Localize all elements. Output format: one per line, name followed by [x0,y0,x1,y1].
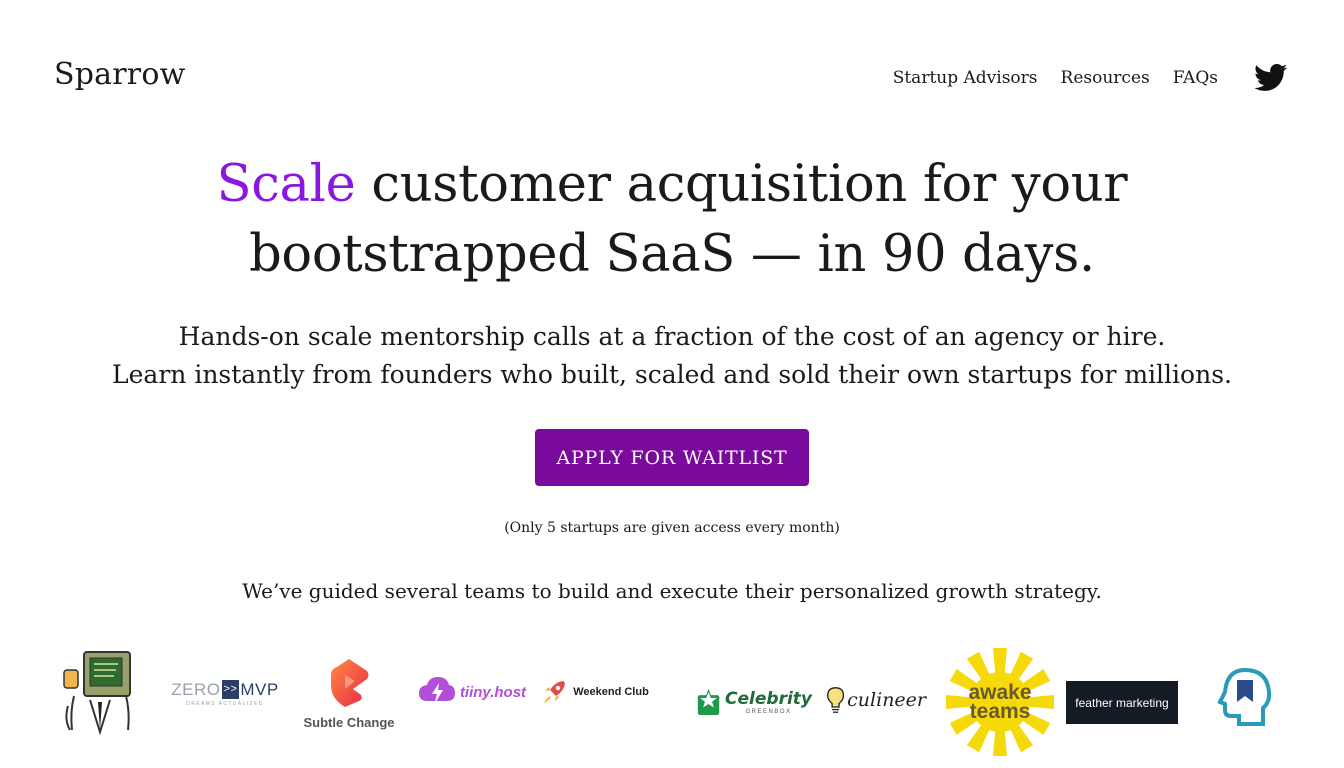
subtle-change-text: Subtle Change [303,714,395,730]
top-nav: Startup Advisors Resources FAQs [893,64,1288,92]
hero: Scale customer acquisition for your boot… [0,150,1344,394]
social-proof-text: We’ve guided several teams to build and … [242,579,1102,603]
headline-line1: customer acquisition for your [355,155,1128,214]
lightbulb-icon [827,687,845,713]
hero-headline: Scale customer acquisition for your boot… [0,150,1344,290]
client-logo-feather-marketing: feather marketing [1066,681,1178,724]
culineer-text: culineer [847,689,926,711]
celebrity-subtext: GREENBOX [745,709,792,715]
subtle-change-mark [331,658,369,707]
subheading-line2: Learn instantly from founders who built,… [112,360,1232,389]
client-logo-celebrity-greenbox: Celebrity GREENBOX [694,680,812,724]
twitter-icon[interactable] [1254,64,1288,92]
headline-accent: Scale [216,155,356,214]
teams-text: teams [969,700,1031,723]
client-logo-tiiny-host: tiiny.host [414,674,530,710]
head-bookmark-icon [1217,667,1272,726]
headline-line2: bootstrapped SaaS — in 90 days. [249,225,1095,284]
feather-text: feather marketing [1075,695,1169,710]
cloud-bolt-icon [418,677,455,705]
star-box-icon [696,688,721,715]
client-logo-awake-teams: awake teams [944,646,1056,758]
client-logo-monitor-character [60,650,140,736]
celebrity-text: Celebrity [725,689,812,709]
weekend-text: Weekend Club [573,686,649,698]
nav-faqs[interactable]: FAQs [1173,68,1218,88]
apply-waitlist-button[interactable]: APPLY FOR WAITLIST [535,429,809,486]
site-logo[interactable]: Sparrow [54,57,185,92]
hero-subheading: Hands-on scale mentorship calls at a fra… [0,318,1344,394]
rocket-icon [544,681,566,703]
subheading-line1: Hands-on scale mentorship calls at a fra… [178,322,1166,351]
client-logo-zero-mvp: ZERO >> MVP DREAMS ACTUALIZED [171,678,279,708]
nav-resources[interactable]: Resources [1061,68,1150,88]
client-logo-subtle-change: Subtle Change [300,652,398,734]
zero-text: ZERO [171,679,221,699]
access-note: (Only 5 startups are given access every … [504,520,840,536]
zero-tagline: DREAMS ACTUALIZED [186,700,264,707]
tiiny-text: tiiny.host [459,683,527,701]
client-logo-weekend-club: Weekend Club [540,678,650,706]
client-logo-culineer: culineer [826,682,926,718]
mvp-arrow: >> [221,679,240,699]
client-logo-head-bookmark [1214,666,1274,730]
nav-startup-advisors[interactable]: Startup Advisors [893,68,1038,88]
mvp-text: MVP [240,679,279,699]
client-logos: ZERO >> MVP DREAMS ACTUALIZED Subtle Cha… [0,640,1344,768]
